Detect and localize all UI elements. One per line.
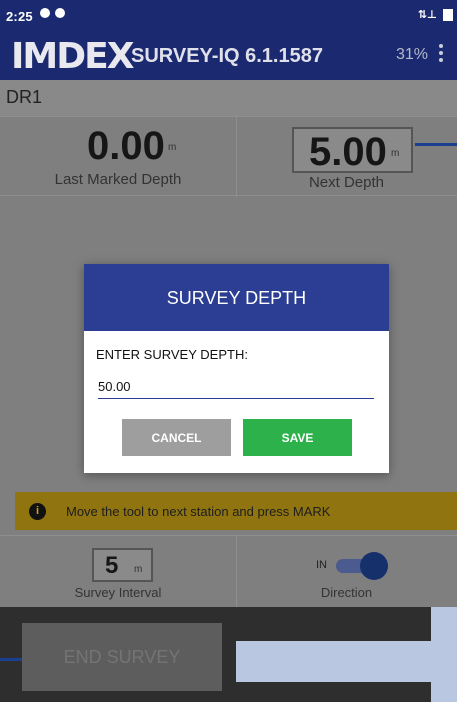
last-marked-depth-label: Last Marked Depth bbox=[54, 171, 182, 188]
app-bar: IMDEX SURVEY-IQ 6.1.1587 31% bbox=[0, 30, 457, 80]
arrow-shape bbox=[236, 607, 457, 702]
battery-percent: 31% bbox=[396, 46, 429, 63]
app-version: SURVEY-IQ 6.1.1587 bbox=[131, 45, 323, 67]
direction-label: Direction bbox=[320, 585, 373, 600]
status-bar: 2:25 ⇅⊥ bbox=[0, 0, 457, 30]
mark-arrow-icon[interactable] bbox=[236, 607, 457, 702]
direction-toggle-knob[interactable] bbox=[360, 552, 388, 580]
next-depth-field[interactable]: 5.00 m bbox=[292, 127, 413, 174]
status-right: ⇅⊥ bbox=[418, 8, 453, 21]
survey-depth-dialog: SURVEY DEPTH ENTER SURVEY DEPTH: CANCEL … bbox=[84, 264, 389, 473]
settings-row: 5 m Survey Interval IN Direction bbox=[0, 535, 457, 608]
cancel-button[interactable]: CANCEL bbox=[122, 419, 231, 456]
overflow-menu-icon[interactable] bbox=[438, 44, 444, 62]
depth-row: 0.00 m Last Marked Depth 5.00 m Next Dep… bbox=[0, 116, 457, 197]
instruction-banner: i Move the tool to next station and pres… bbox=[15, 492, 457, 530]
instruction-message: Move the tool to next station and press … bbox=[66, 504, 331, 519]
end-survey-button[interactable]: END SURVEY bbox=[22, 623, 222, 691]
next-depth-value: 5.00 bbox=[309, 130, 387, 174]
battery-icon bbox=[443, 8, 453, 21]
next-depth-unit: m bbox=[391, 148, 400, 159]
save-button[interactable]: SAVE bbox=[243, 419, 352, 456]
footer-bar: END SURVEY bbox=[0, 607, 457, 702]
last-marked-depth: 0.00 m Last Marked Depth bbox=[0, 117, 236, 197]
survey-interval-label: Survey Interval bbox=[74, 585, 162, 600]
next-depth-label: Next Depth bbox=[308, 174, 385, 191]
survey-depth-input[interactable] bbox=[98, 375, 374, 399]
dialog-title: SURVEY DEPTH bbox=[84, 264, 389, 331]
imdex-logo: IMDEX bbox=[11, 36, 134, 77]
dialog-prompt: ENTER SURVEY DEPTH: bbox=[96, 347, 248, 362]
notification-icon bbox=[55, 8, 65, 18]
last-marked-depth-unit: m bbox=[168, 142, 177, 153]
status-time: 2:25 bbox=[6, 9, 33, 24]
callout-line bbox=[415, 143, 457, 146]
notification-icon bbox=[40, 8, 50, 18]
direction-state-label: IN bbox=[316, 559, 327, 571]
info-icon: i bbox=[29, 503, 46, 520]
drill-run-label: DR1 bbox=[0, 80, 457, 116]
network-icon: ⇅⊥ bbox=[417, 9, 437, 21]
notification-icons bbox=[40, 8, 65, 18]
survey-interval-unit: m bbox=[134, 564, 143, 575]
survey-interval-field[interactable]: 5 m bbox=[92, 548, 153, 582]
last-marked-depth-value: 0.00 bbox=[87, 124, 165, 168]
survey-interval-value: 5 bbox=[105, 552, 119, 579]
